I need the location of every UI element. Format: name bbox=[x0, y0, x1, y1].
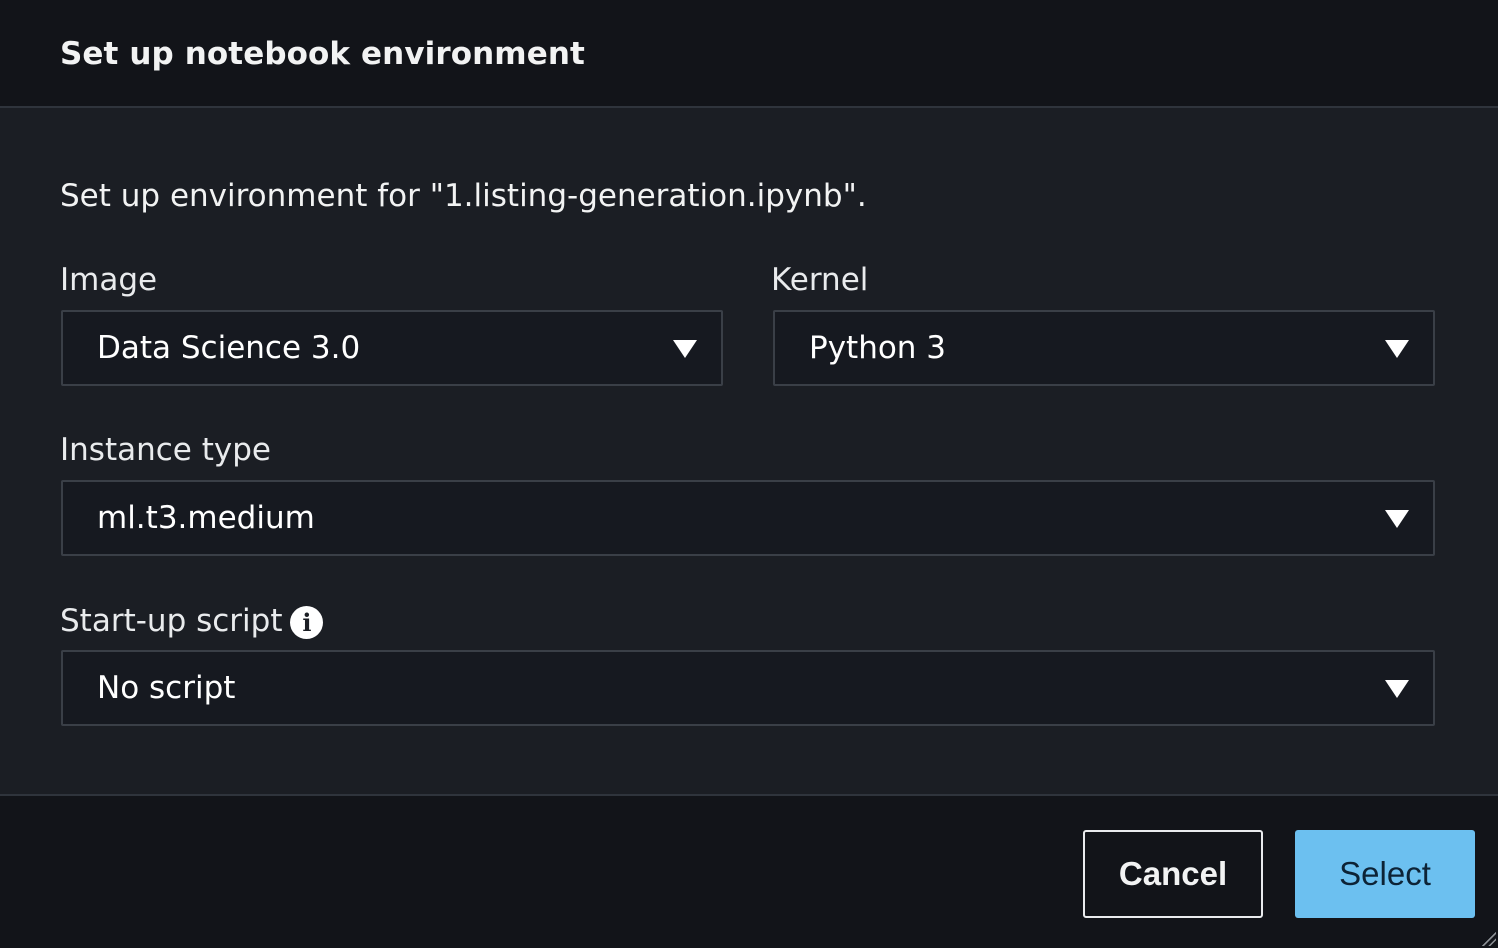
caret-down-icon bbox=[1385, 340, 1409, 358]
dialog-description: Set up environment for "1.listing-genera… bbox=[60, 178, 867, 214]
kernel-select[interactable]: Python 3 bbox=[773, 310, 1435, 386]
resize-grip-icon[interactable] bbox=[1480, 930, 1496, 946]
setup-notebook-dialog: Set up notebook environment Set up envir… bbox=[0, 0, 1498, 948]
kernel-label: Kernel bbox=[771, 262, 869, 298]
startup-script-select[interactable]: No script bbox=[61, 650, 1435, 726]
image-select[interactable]: Data Science 3.0 bbox=[61, 310, 723, 386]
info-icon[interactable]: i bbox=[290, 606, 324, 639]
kernel-select-value: Python 3 bbox=[809, 330, 947, 366]
startup-script-label: Start-up script bbox=[60, 602, 283, 639]
startup-script-label-row: Start-up script i bbox=[60, 602, 324, 639]
image-label: Image bbox=[60, 262, 158, 298]
instance-type-select[interactable]: ml.t3.medium bbox=[61, 480, 1435, 556]
caret-down-icon bbox=[1385, 680, 1409, 698]
startup-script-select-value: No script bbox=[97, 670, 236, 706]
instance-type-select-value: ml.t3.medium bbox=[97, 500, 315, 536]
caret-down-icon bbox=[1385, 510, 1409, 528]
image-select-value: Data Science 3.0 bbox=[97, 330, 361, 366]
cancel-button[interactable]: Cancel bbox=[1083, 830, 1263, 918]
instance-type-label: Instance type bbox=[60, 432, 271, 468]
dialog-title: Set up notebook environment bbox=[60, 36, 585, 72]
dialog-footer: Cancel Select bbox=[0, 794, 1498, 948]
dialog-header: Set up notebook environment bbox=[0, 0, 1498, 108]
caret-down-icon bbox=[673, 340, 697, 358]
select-button[interactable]: Select bbox=[1295, 830, 1475, 918]
